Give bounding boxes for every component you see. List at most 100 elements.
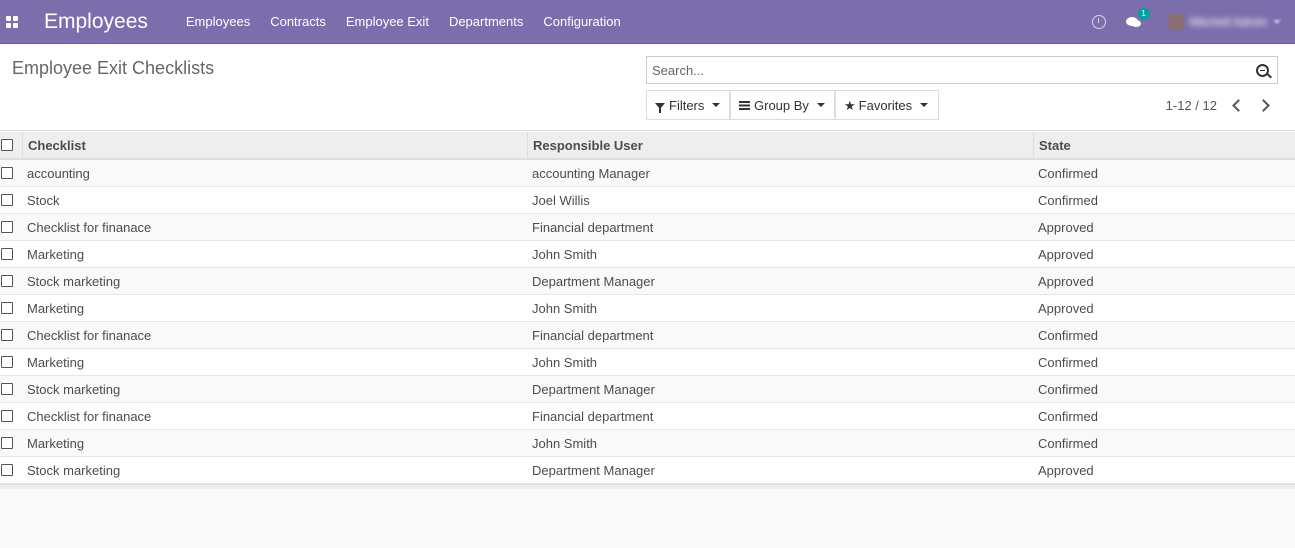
chevron-down-icon — [1273, 20, 1281, 24]
cell-checklist: Stock marketing — [27, 273, 121, 289]
checklist-table: Checklist Responsible User State account… — [0, 132, 1295, 489]
table-row[interactable]: Stock marketing Department Manager Approve… — [0, 268, 1295, 295]
cell-state: Approved — [1038, 273, 1094, 289]
filters-label: Filters — [669, 97, 705, 113]
row-checkbox[interactable] — [0, 383, 22, 395]
avatar — [1167, 14, 1184, 30]
menu-employee-exit[interactable]: Employee Exit — [336, 0, 439, 44]
menu-departments[interactable]: Departments — [439, 0, 533, 44]
page-title: Employee Exit Checklists — [12, 58, 215, 78]
cell-state: Confirmed — [1038, 435, 1098, 451]
cell-responsible-user: Financial department — [532, 327, 654, 343]
group-by-button[interactable]: Group By — [730, 90, 835, 120]
chevron-down-icon — [712, 103, 721, 107]
table-row[interactable]: Checklist for finanace Financial departme… — [0, 322, 1295, 349]
apps-menu-button[interactable] — [0, 0, 24, 44]
filters-button[interactable]: Filters — [646, 90, 730, 120]
row-checkbox[interactable] — [0, 221, 22, 233]
list-icon — [739, 100, 750, 110]
table-row[interactable]: Stock Joel Willis Confirmed — [0, 187, 1295, 214]
cell-state: Confirmed — [1038, 327, 1098, 343]
row-checkbox[interactable] — [0, 464, 22, 476]
chevron-down-icon — [816, 103, 825, 107]
menu-employees[interactable]: Employees — [176, 0, 260, 44]
cell-state: Approved — [1038, 300, 1094, 316]
cell-checklist: Marketing — [27, 300, 85, 316]
cell-state: Confirmed — [1038, 192, 1098, 208]
table-header: Checklist Responsible User State — [0, 132, 1295, 160]
cell-state: Confirmed — [1038, 165, 1098, 181]
column-header-state[interactable]: State — [1039, 138, 1071, 153]
cell-state: Confirmed — [1038, 354, 1098, 370]
activity-clock-icon[interactable] — [1091, 15, 1106, 29]
table-row[interactable]: Checklist for finanace Financial departme… — [0, 403, 1295, 430]
table-row[interactable]: Marketing John Smith Confirmed — [0, 430, 1295, 457]
table-row[interactable]: Marketing John Smith Approved — [0, 241, 1295, 268]
messages-icon[interactable]: 1 — [1125, 8, 1150, 28]
menu-configuration[interactable]: Configuration — [533, 0, 630, 44]
group-by-label: Group By — [754, 97, 809, 113]
search-icon[interactable] — [1256, 64, 1269, 77]
cell-checklist: Stock marketing — [27, 381, 121, 397]
cell-responsible-user: Department Manager — [532, 462, 655, 478]
row-checkbox[interactable] — [0, 302, 22, 314]
cell-responsible-user: Financial department — [532, 408, 654, 424]
table-row[interactable]: Marketing John Smith Confirmed — [0, 349, 1295, 376]
row-checkbox[interactable] — [0, 410, 22, 422]
cell-state: Approved — [1038, 246, 1094, 262]
cell-state: Confirmed — [1038, 408, 1098, 424]
control-panel: Employee Exit Checklists Filters Group B… — [0, 45, 1295, 131]
user-name: Mitchell Admin — [1189, 15, 1267, 29]
cell-responsible-user: Joel Willis — [532, 192, 590, 208]
chevron-right-icon[interactable] — [1257, 97, 1273, 113]
search-box — [646, 56, 1278, 84]
table-row[interactable]: Stock marketing Department Manager Approve… — [0, 457, 1295, 484]
row-checkbox[interactable] — [0, 437, 22, 449]
table-body: accounting accounting Manager Confirmed Sto… — [0, 160, 1295, 484]
top-navbar: Employees Employees Contracts Employee E… — [0, 0, 1295, 44]
row-checkbox[interactable] — [0, 194, 22, 206]
cell-checklist: Checklist for finanace — [27, 327, 152, 343]
cell-responsible-user: John Smith — [532, 354, 598, 370]
cell-state: Approved — [1038, 219, 1094, 235]
star-icon: ★ — [844, 97, 856, 113]
row-checkbox[interactable] — [0, 275, 22, 287]
favorites-button[interactable]: ★ Favorites — [835, 90, 939, 120]
row-checkbox[interactable] — [0, 248, 22, 260]
select-all-checkbox[interactable] — [0, 139, 22, 151]
message-count-badge: 1 — [1137, 8, 1150, 20]
cell-state: Confirmed — [1038, 381, 1098, 397]
row-checkbox[interactable] — [0, 167, 22, 179]
table-footer — [0, 484, 1295, 489]
cell-checklist: Stock — [27, 192, 60, 208]
cell-responsible-user: Department Manager — [532, 273, 655, 289]
app-title: Employees — [44, 9, 148, 33]
cell-checklist: Checklist for finanace — [27, 219, 152, 235]
favorites-label: Favorites — [858, 97, 913, 113]
column-header-checklist[interactable]: Checklist — [28, 138, 86, 153]
row-checkbox[interactable] — [0, 329, 22, 341]
chevron-left-icon[interactable] — [1229, 97, 1245, 113]
user-menu[interactable]: Mitchell Admin — [1167, 14, 1281, 30]
table-row[interactable]: Marketing John Smith Approved — [0, 295, 1295, 322]
cell-state: Approved — [1038, 462, 1094, 478]
cell-checklist: Marketing — [27, 435, 85, 451]
search-input[interactable] — [647, 57, 1247, 83]
chevron-down-icon — [920, 103, 929, 107]
cell-responsible-user: Financial department — [532, 219, 654, 235]
table-row[interactable]: Stock marketing Department Manager Confirm… — [0, 376, 1295, 403]
cell-responsible-user: John Smith — [532, 246, 598, 262]
table-row[interactable]: Checklist for finanace Financial departme… — [0, 214, 1295, 241]
cell-responsible-user: Department Manager — [532, 381, 655, 397]
pager-value[interactable]: 1-12 / 12 — [1166, 98, 1217, 113]
table-row[interactable]: accounting accounting Manager Confirmed — [0, 160, 1295, 187]
cell-checklist: Marketing — [27, 354, 85, 370]
row-checkbox[interactable] — [0, 356, 22, 368]
cell-checklist: Checklist for finanace — [27, 408, 152, 424]
menu-contracts[interactable]: Contracts — [260, 0, 336, 44]
cell-responsible-user: John Smith — [532, 435, 598, 451]
cell-responsible-user: John Smith — [532, 300, 598, 316]
navbar-systray: 1 Mitchell Admin — [1091, 0, 1281, 44]
column-header-responsible-user[interactable]: Responsible User — [533, 138, 643, 153]
apps-grid-icon — [6, 15, 18, 28]
